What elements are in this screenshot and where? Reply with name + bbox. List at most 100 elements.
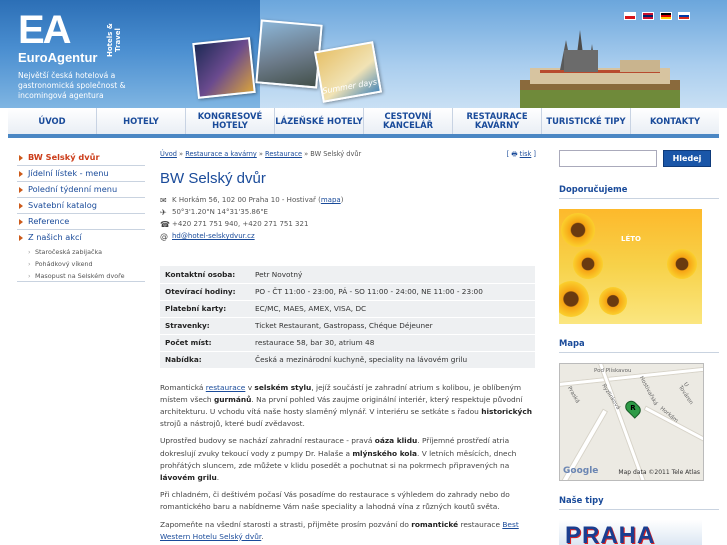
brand-name: EuroAgentur xyxy=(18,50,98,65)
restaurace-link[interactable]: restaurace xyxy=(206,383,246,392)
main-nav: ÚVOD HOTELY KONGRESOVÉ HOTELY LÁZEŇSKÉ H… xyxy=(8,108,719,138)
description: Romantická restaurace v selském stylu, j… xyxy=(160,382,538,543)
leftmenu-item[interactable]: Jídelní lístek - menu xyxy=(17,166,145,182)
table-row: Platební karty: EC/MC, MAES, AMEX, VISA, … xyxy=(160,300,535,318)
map-link[interactable]: mapa xyxy=(321,196,341,204)
leftmenu-item[interactable]: Polední týdenní menu xyxy=(17,182,145,198)
description-paragraph: Zapomeňte na všední starosti a strasti, … xyxy=(160,519,538,543)
sunflower-image xyxy=(573,249,603,279)
header-banner: EA Hotels & Travel EuroAgentur Největší … xyxy=(0,0,727,108)
map-copyright: Map data ©2011 Tele Atlas xyxy=(618,469,700,476)
description-paragraph: Při chladném, či deštivém počasí Vás pos… xyxy=(160,490,510,512)
right-column: Hledej Doporučujeme LÉTO Mapa Pod Plíska… xyxy=(559,150,719,545)
leftmenu-item[interactable]: Reference xyxy=(17,214,145,230)
address-text: K Horkám 56, 102 00 Praha 10 - Hostivař xyxy=(172,196,316,204)
text-bold: lávovém grilu xyxy=(160,472,217,482)
leftmenu-subitem[interactable]: Masopust na Selském dvoře xyxy=(17,270,145,282)
description-paragraph: Uprostřed budovy se nachází zahradní res… xyxy=(160,435,538,484)
flag-ru-icon[interactable] xyxy=(678,12,690,20)
phone-row: ☎ +420 271 751 940, +420 271 751 321 xyxy=(160,218,538,230)
leftmenu-item[interactable]: Z našich akcí xyxy=(17,230,145,246)
info-value: PO - ČT 11:00 - 23:00, PÁ - SO 11:00 - 2… xyxy=(250,283,535,301)
breadcrumb-current: BW Selský dvůr xyxy=(310,150,362,158)
info-key: Platební karty: xyxy=(160,300,250,318)
breadcrumb-restaurace[interactable]: Restaurace xyxy=(265,150,302,158)
leftmenu-subitem[interactable]: Staročeská zabijačka xyxy=(17,246,145,258)
table-row: Kontaktní osoba: Petr Novotný xyxy=(160,266,535,284)
print-label[interactable]: tisk xyxy=(520,150,532,158)
map-pin-icon[interactable]: R xyxy=(622,398,644,419)
sunflower-image xyxy=(561,213,595,247)
logo-side-text: Hotels & Travel xyxy=(106,23,122,57)
photo-prague-night xyxy=(192,37,256,99)
text-bold: mlýnského kola xyxy=(352,448,418,458)
breadcrumb-home[interactable]: Úvod xyxy=(160,150,177,158)
email-row: @ hd@hotel-selskydvur.cz xyxy=(160,230,538,242)
search-box: Hledej xyxy=(559,150,719,170)
phone-text: +420 271 751 940, +420 271 751 321 xyxy=(172,220,309,228)
info-key: Otevírací hodiny: xyxy=(160,283,250,301)
google-logo: Google xyxy=(563,466,599,476)
email-link[interactable]: hd@hotel-selskydvur.cz xyxy=(172,232,255,240)
breadcrumb: Úvod » Restaurace a kavárny » Restaurace… xyxy=(160,150,538,162)
leftmenu-item[interactable]: BW Selský dvůr xyxy=(17,150,145,166)
text-bold: historických xyxy=(481,406,532,416)
tips-heading: Naše tipy xyxy=(559,495,719,510)
nav-uvod[interactable]: ÚVOD xyxy=(8,108,97,134)
info-value: Petr Novotný xyxy=(250,266,535,284)
gps-text: 50°3'1.20"N 14°31'35.86"E xyxy=(172,208,268,216)
info-key: Nabídka: xyxy=(160,351,250,369)
text-bold: selském stylu xyxy=(254,382,312,392)
text-bold: gurmánů xyxy=(213,394,252,404)
info-value: EC/MC, MAES, AMEX, VISA, DC xyxy=(250,300,535,318)
table-row: Stravenky: Ticket Restaurant, Gastropass,… xyxy=(160,317,535,335)
nav-turisticke-tipy[interactable]: TURISTICKÉ TIPY xyxy=(542,108,631,134)
flag-cz-icon[interactable] xyxy=(624,12,636,20)
text-run: Uprostřed budovy se nachází zahradní res… xyxy=(160,436,375,446)
promo-banner[interactable]: LÉTO xyxy=(559,209,702,324)
page-title: BW Selský dvůr xyxy=(160,170,266,187)
map-heading: Mapa xyxy=(559,338,719,353)
map-pin-label: R xyxy=(630,404,636,412)
flag-de-icon[interactable] xyxy=(660,12,672,20)
nav-cestovni-kancelar[interactable]: CESTOVNÍ KANCELÁŘ xyxy=(364,108,453,134)
breadcrumb-restaurace-kavarny[interactable]: Restaurace a kavárny xyxy=(185,150,257,158)
info-value: restaurace 58, bar 30, atrium 48 xyxy=(250,334,535,352)
leftmenu-subitem[interactable]: Pohádkový víkend xyxy=(17,258,145,270)
text-run: . xyxy=(216,472,220,482)
text-run: restaurace xyxy=(458,519,503,529)
address-row: ✉ K Horkám 56, 102 00 Praha 10 - Hostiva… xyxy=(160,196,344,205)
photo-charles-bridge xyxy=(255,19,323,89)
nav-kongresove-hotely[interactable]: KONGRESOVÉ HOTELY xyxy=(186,108,275,134)
text-bold: oáza klidu xyxy=(374,436,418,446)
sunflower-image xyxy=(599,287,627,315)
nav-kontakty[interactable]: KONTAKTY xyxy=(631,108,719,134)
nav-hotely[interactable]: HOTELY xyxy=(97,108,186,134)
praha-banner-text: PRAHA xyxy=(565,522,656,545)
map-label: Praská xyxy=(565,385,581,405)
print-link[interactable]: [ 🖶 tisk ] xyxy=(507,150,536,161)
search-input[interactable] xyxy=(559,150,657,167)
location-map[interactable]: Pod Plískavou Hostivařská Praská Ryzlink… xyxy=(559,363,704,481)
praha-banner[interactable]: PRAHA xyxy=(559,520,702,545)
table-row: Otevírací hodiny: PO - ČT 11:00 - 23:00, … xyxy=(160,283,535,301)
info-value: Česká a mezinárodní kuchyně, speciality … xyxy=(250,351,535,369)
main-content: Úvod » Restaurace a kavárny » Restaurace… xyxy=(160,150,538,545)
leftmenu-item[interactable]: Svatební katalog xyxy=(17,198,145,214)
left-menu: BW Selský dvůr Jídelní lístek - menu Pol… xyxy=(17,150,145,282)
language-flags xyxy=(624,12,690,20)
breadcrumb-sep: » xyxy=(256,150,266,158)
nav-restaurace-kavarny[interactable]: RESTAURACE KAVÁRNY xyxy=(453,108,542,134)
sunflower-image xyxy=(667,249,697,279)
table-row: Nabídka: Česká a mezinárodní kuchyně, spe… xyxy=(160,351,535,369)
map-road xyxy=(643,405,703,448)
map-label: Hostivařská xyxy=(637,375,659,407)
info-key: Stravenky: xyxy=(160,317,250,335)
text-run: Zapomeňte na všední starosti a strasti, … xyxy=(160,519,412,529)
nav-lazenske-hotely[interactable]: LÁZEŇSKÉ HOTELY xyxy=(275,108,364,134)
prague-castle-image xyxy=(520,30,680,108)
recommended-heading: Doporučujeme xyxy=(559,184,719,199)
search-button[interactable]: Hledej xyxy=(663,150,711,167)
gps-row: ✈ 50°3'1.20"N 14°31'35.86"E xyxy=(160,206,538,218)
flag-en-icon[interactable] xyxy=(642,12,654,20)
